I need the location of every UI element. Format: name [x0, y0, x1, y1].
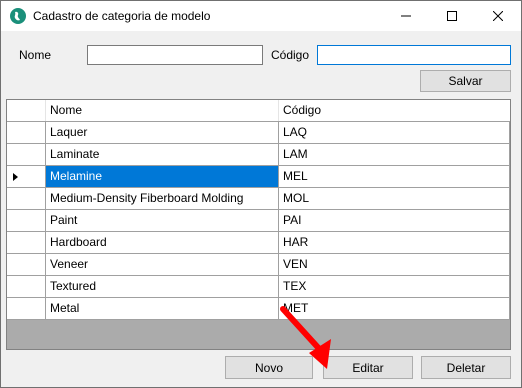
table-row[interactable]: Textured TEX	[7, 276, 510, 298]
app-globe-icon	[10, 8, 26, 24]
minimize-button[interactable]	[383, 1, 429, 31]
cell-nome[interactable]: Melamine	[46, 166, 279, 188]
maximize-button[interactable]	[429, 1, 475, 31]
edit-button[interactable]: Editar	[323, 356, 413, 379]
cell-nome[interactable]: Metal	[46, 298, 279, 320]
table-row[interactable]: Paint PAI	[7, 210, 510, 232]
nome-label: Nome	[19, 48, 52, 62]
cell-nome[interactable]: Medium-Density Fiberboard Molding	[46, 188, 279, 210]
main-window: Cadastro de categoria de modelo Nome Cód…	[0, 0, 522, 388]
row-header[interactable]	[7, 144, 46, 166]
minimize-icon	[401, 15, 411, 17]
table-row[interactable]: Hardboard HAR	[7, 232, 510, 254]
cell-codigo[interactable]: MEL	[279, 166, 510, 188]
cell-nome[interactable]: Veneer	[46, 254, 279, 276]
row-header[interactable]	[7, 188, 46, 210]
cell-nome[interactable]: Hardboard	[46, 232, 279, 254]
row-header-corner[interactable]	[7, 100, 46, 121]
column-header-codigo[interactable]: Código	[279, 100, 510, 121]
title-bar[interactable]: Cadastro de categoria de modelo	[1, 1, 521, 31]
save-button[interactable]: Salvar	[420, 70, 511, 92]
table-row[interactable]: Melamine MEL	[7, 166, 510, 188]
cell-codigo[interactable]: MET	[279, 298, 510, 320]
cell-nome[interactable]: Paint	[46, 210, 279, 232]
codigo-label: Código	[271, 48, 310, 62]
cell-codigo[interactable]: LAM	[279, 144, 510, 166]
cell-nome[interactable]: Laquer	[46, 122, 279, 144]
cell-codigo[interactable]: MOL	[279, 188, 510, 210]
table-row[interactable]: Laquer LAQ	[7, 122, 510, 144]
row-header[interactable]	[7, 122, 46, 144]
row-header[interactable]	[7, 210, 46, 232]
cell-codigo[interactable]: PAI	[279, 210, 510, 232]
table-row[interactable]: Laminate LAM	[7, 144, 510, 166]
cell-codigo[interactable]: VEN	[279, 254, 510, 276]
cell-nome[interactable]: Laminate	[46, 144, 279, 166]
window-title: Cadastro de categoria de modelo	[33, 9, 211, 23]
table-row[interactable]: Metal MET	[7, 298, 510, 320]
column-header-nome[interactable]: Nome	[46, 100, 279, 121]
cell-codigo[interactable]: TEX	[279, 276, 510, 298]
close-icon	[493, 11, 503, 21]
table-row[interactable]: Medium-Density Fiberboard Molding MOL	[7, 188, 510, 210]
row-header[interactable]	[7, 298, 46, 320]
cell-codigo[interactable]: LAQ	[279, 122, 510, 144]
grid-header: Nome Código	[7, 100, 510, 122]
current-row-arrow-icon	[13, 173, 18, 181]
cell-codigo[interactable]: HAR	[279, 232, 510, 254]
row-header[interactable]	[7, 276, 46, 298]
category-grid[interactable]: Nome Código Laquer LAQ Laminate LAM Melamine…	[6, 99, 511, 350]
maximize-icon	[447, 11, 457, 21]
row-header[interactable]	[7, 254, 46, 276]
row-header[interactable]	[7, 232, 46, 254]
close-button[interactable]	[475, 1, 521, 31]
codigo-input[interactable]	[317, 45, 511, 65]
table-row[interactable]: Veneer VEN	[7, 254, 510, 276]
new-button[interactable]: Novo	[225, 356, 313, 379]
delete-button[interactable]: Deletar	[421, 356, 511, 379]
row-header[interactable]	[7, 166, 46, 188]
nome-input[interactable]	[87, 45, 263, 65]
cell-nome[interactable]: Textured	[46, 276, 279, 298]
